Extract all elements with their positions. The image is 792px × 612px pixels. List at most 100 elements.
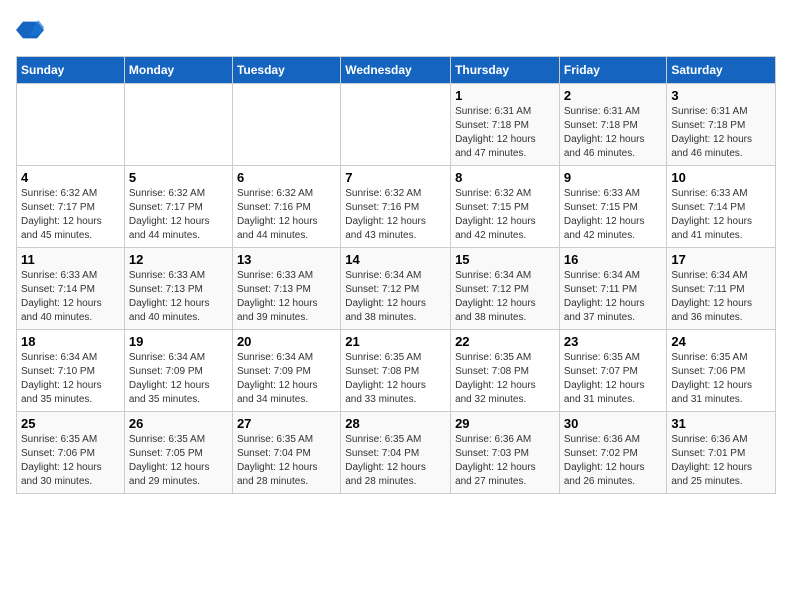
calendar-cell: 13 Sunrise: 6:33 AM Sunset: 7:13 PM Dayli… — [232, 248, 340, 330]
column-header-thursday: Thursday — [451, 57, 560, 84]
calendar-cell: 25 Sunrise: 6:35 AM Sunset: 7:06 PM Dayli… — [17, 412, 125, 494]
day-info: Sunrise: 6:34 AM Sunset: 7:09 PM Dayligh… — [129, 351, 228, 407]
day-number: 24 — [671, 334, 771, 349]
logo-icon — [16, 16, 44, 44]
calendar-cell: 1 Sunrise: 6:31 AM Sunset: 7:18 PM Daylig… — [451, 84, 560, 166]
calendar-cell: 22 Sunrise: 6:35 AM Sunset: 7:08 PM Dayli… — [451, 330, 560, 412]
day-number: 5 — [129, 170, 228, 185]
day-number: 30 — [564, 416, 663, 431]
calendar-cell: 8 Sunrise: 6:32 AM Sunset: 7:15 PM Daylig… — [451, 166, 560, 248]
day-info: Sunrise: 6:34 AM Sunset: 7:11 PM Dayligh… — [564, 269, 663, 325]
day-info: Sunrise: 6:35 AM Sunset: 7:04 PM Dayligh… — [237, 433, 336, 489]
day-number: 29 — [455, 416, 555, 431]
day-info: Sunrise: 6:32 AM Sunset: 7:17 PM Dayligh… — [21, 187, 120, 243]
day-info: Sunrise: 6:35 AM Sunset: 7:08 PM Dayligh… — [455, 351, 555, 407]
day-number: 21 — [345, 334, 446, 349]
calendar-header-row: SundayMondayTuesdayWednesdayThursdayFrid… — [17, 57, 776, 84]
day-info: Sunrise: 6:34 AM Sunset: 7:10 PM Dayligh… — [21, 351, 120, 407]
calendar-cell: 5 Sunrise: 6:32 AM Sunset: 7:17 PM Daylig… — [124, 166, 232, 248]
calendar-cell: 2 Sunrise: 6:31 AM Sunset: 7:18 PM Daylig… — [559, 84, 667, 166]
calendar-cell: 24 Sunrise: 6:35 AM Sunset: 7:06 PM Dayli… — [667, 330, 776, 412]
calendar-week-row: 1 Sunrise: 6:31 AM Sunset: 7:18 PM Daylig… — [17, 84, 776, 166]
day-info: Sunrise: 6:35 AM Sunset: 7:05 PM Dayligh… — [129, 433, 228, 489]
calendar-cell: 11 Sunrise: 6:33 AM Sunset: 7:14 PM Dayli… — [17, 248, 125, 330]
calendar-table: SundayMondayTuesdayWednesdayThursdayFrid… — [16, 56, 776, 494]
day-info: Sunrise: 6:34 AM Sunset: 7:12 PM Dayligh… — [455, 269, 555, 325]
calendar-cell: 17 Sunrise: 6:34 AM Sunset: 7:11 PM Dayli… — [667, 248, 776, 330]
day-number: 25 — [21, 416, 120, 431]
day-number: 27 — [237, 416, 336, 431]
calendar-cell: 14 Sunrise: 6:34 AM Sunset: 7:12 PM Dayli… — [341, 248, 451, 330]
day-info: Sunrise: 6:32 AM Sunset: 7:16 PM Dayligh… — [237, 187, 336, 243]
day-info: Sunrise: 6:32 AM Sunset: 7:15 PM Dayligh… — [455, 187, 555, 243]
logo — [16, 16, 48, 44]
calendar-cell: 4Sunrise: 6:32 AM Sunset: 7:17 PM Daylig… — [17, 166, 125, 248]
day-number: 28 — [345, 416, 446, 431]
day-info: Sunrise: 6:33 AM Sunset: 7:13 PM Dayligh… — [237, 269, 336, 325]
day-info: Sunrise: 6:36 AM Sunset: 7:03 PM Dayligh… — [455, 433, 555, 489]
day-number: 13 — [237, 252, 336, 267]
day-number: 9 — [564, 170, 663, 185]
day-number: 2 — [564, 88, 663, 103]
day-number: 26 — [129, 416, 228, 431]
day-info: Sunrise: 6:34 AM Sunset: 7:09 PM Dayligh… — [237, 351, 336, 407]
day-info: Sunrise: 6:31 AM Sunset: 7:18 PM Dayligh… — [455, 105, 555, 161]
column-header-monday: Monday — [124, 57, 232, 84]
calendar-cell: 7 Sunrise: 6:32 AM Sunset: 7:16 PM Daylig… — [341, 166, 451, 248]
calendar-cell: 20 Sunrise: 6:34 AM Sunset: 7:09 PM Dayli… — [232, 330, 340, 412]
day-info: Sunrise: 6:34 AM Sunset: 7:11 PM Dayligh… — [671, 269, 771, 325]
day-info: Sunrise: 6:33 AM Sunset: 7:14 PM Dayligh… — [21, 269, 120, 325]
day-info: Sunrise: 6:32 AM Sunset: 7:16 PM Dayligh… — [345, 187, 446, 243]
calendar-cell: 30 Sunrise: 6:36 AM Sunset: 7:02 PM Dayli… — [559, 412, 667, 494]
day-number: 10 — [671, 170, 771, 185]
day-number: 11 — [21, 252, 120, 267]
day-info: Sunrise: 6:33 AM Sunset: 7:13 PM Dayligh… — [129, 269, 228, 325]
column-header-friday: Friday — [559, 57, 667, 84]
day-info: Sunrise: 6:35 AM Sunset: 7:06 PM Dayligh… — [671, 351, 771, 407]
column-header-wednesday: Wednesday — [341, 57, 451, 84]
day-number: 23 — [564, 334, 663, 349]
day-info: Sunrise: 6:35 AM Sunset: 7:07 PM Dayligh… — [564, 351, 663, 407]
calendar-cell — [17, 84, 125, 166]
calendar-cell: 10 Sunrise: 6:33 AM Sunset: 7:14 PM Dayli… — [667, 166, 776, 248]
day-number: 16 — [564, 252, 663, 267]
day-number: 19 — [129, 334, 228, 349]
calendar-cell — [232, 84, 340, 166]
calendar-cell: 12 Sunrise: 6:33 AM Sunset: 7:13 PM Dayli… — [124, 248, 232, 330]
calendar-cell: 18 Sunrise: 6:34 AM Sunset: 7:10 PM Dayli… — [17, 330, 125, 412]
day-number: 14 — [345, 252, 446, 267]
day-info: Sunrise: 6:33 AM Sunset: 7:14 PM Dayligh… — [671, 187, 771, 243]
calendar-cell: 27 Sunrise: 6:35 AM Sunset: 7:04 PM Dayli… — [232, 412, 340, 494]
calendar-cell: 9Sunrise: 6:33 AM Sunset: 7:15 PM Daylig… — [559, 166, 667, 248]
day-number: 3 — [671, 88, 771, 103]
column-header-tuesday: Tuesday — [232, 57, 340, 84]
day-number: 17 — [671, 252, 771, 267]
day-info: Sunrise: 6:31 AM Sunset: 7:18 PM Dayligh… — [564, 105, 663, 161]
day-info: Sunrise: 6:31 AM Sunset: 7:18 PM Dayligh… — [671, 105, 771, 161]
calendar-cell — [124, 84, 232, 166]
day-info: Sunrise: 6:35 AM Sunset: 7:06 PM Dayligh… — [21, 433, 120, 489]
day-info: Sunrise: 6:32 AM Sunset: 7:17 PM Dayligh… — [129, 187, 228, 243]
calendar-cell: 23 Sunrise: 6:35 AM Sunset: 7:07 PM Dayli… — [559, 330, 667, 412]
day-number: 20 — [237, 334, 336, 349]
day-number: 22 — [455, 334, 555, 349]
day-number: 12 — [129, 252, 228, 267]
day-number: 18 — [21, 334, 120, 349]
calendar-cell: 19 Sunrise: 6:34 AM Sunset: 7:09 PM Dayli… — [124, 330, 232, 412]
calendar-cell: 3 Sunrise: 6:31 AM Sunset: 7:18 PM Daylig… — [667, 84, 776, 166]
day-number: 15 — [455, 252, 555, 267]
page-header — [16, 16, 776, 44]
calendar-cell: 26 Sunrise: 6:35 AM Sunset: 7:05 PM Dayli… — [124, 412, 232, 494]
calendar-cell: 31Sunrise: 6:36 AM Sunset: 7:01 PM Dayli… — [667, 412, 776, 494]
column-header-saturday: Saturday — [667, 57, 776, 84]
day-info: Sunrise: 6:36 AM Sunset: 7:02 PM Dayligh… — [564, 433, 663, 489]
day-number: 31 — [671, 416, 771, 431]
calendar-cell: 21Sunrise: 6:35 AM Sunset: 7:08 PM Dayli… — [341, 330, 451, 412]
day-number: 1 — [455, 88, 555, 103]
day-number: 8 — [455, 170, 555, 185]
column-header-sunday: Sunday — [17, 57, 125, 84]
day-info: Sunrise: 6:34 AM Sunset: 7:12 PM Dayligh… — [345, 269, 446, 325]
calendar-week-row: 11 Sunrise: 6:33 AM Sunset: 7:14 PM Dayli… — [17, 248, 776, 330]
calendar-week-row: 25 Sunrise: 6:35 AM Sunset: 7:06 PM Dayli… — [17, 412, 776, 494]
day-number: 7 — [345, 170, 446, 185]
